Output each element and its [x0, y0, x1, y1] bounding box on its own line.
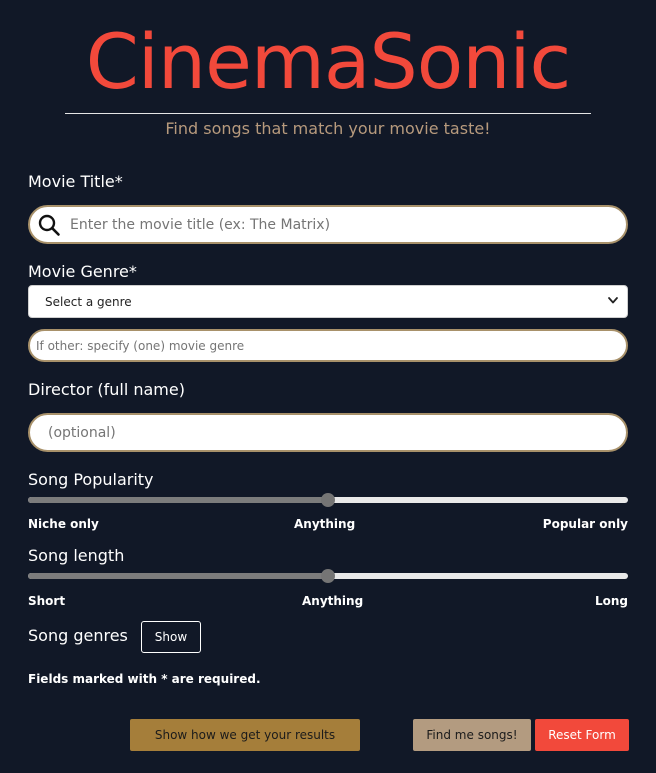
movie-genre-selected-value: Select a genre	[45, 294, 132, 309]
slider-fill	[28, 497, 328, 503]
song-length-label: Song length	[28, 546, 125, 565]
other-genre-field[interactable]	[28, 329, 628, 362]
tagline: Find songs that match your movie taste!	[165, 119, 491, 138]
popularity-min-label: Niche only	[28, 517, 99, 531]
popularity-max-label: Popular only	[542, 517, 628, 531]
song-popularity-label: Song Popularity	[28, 470, 154, 489]
popularity-mid-label: Anything	[294, 517, 356, 531]
song-popularity-slider[interactable]	[28, 493, 628, 507]
app-page: CinemaSonic Find songs that match your m…	[0, 0, 656, 773]
required-note: Fields marked with * are required.	[28, 672, 261, 686]
movie-genre-label: Movie Genre*	[28, 262, 137, 281]
app-title: CinemaSonic	[85, 17, 572, 106]
title-divider	[65, 113, 591, 114]
director-field[interactable]	[28, 413, 628, 452]
other-genre-input[interactable]	[30, 338, 626, 353]
movie-genre-select[interactable]: Select a genre	[28, 285, 628, 318]
reset-form-button[interactable]: Reset Form	[535, 719, 629, 751]
search-icon	[34, 210, 64, 240]
length-mid-label: Anything	[302, 594, 364, 608]
director-input[interactable]	[30, 424, 626, 441]
song-length-slider[interactable]	[28, 569, 628, 583]
movie-title-field[interactable]	[28, 205, 628, 244]
movie-title-input[interactable]	[64, 216, 626, 233]
director-label: Director (full name)	[28, 380, 185, 399]
song-genres-label: Song genres	[28, 626, 128, 645]
chevron-down-icon	[607, 294, 619, 309]
slider-fill	[28, 573, 328, 579]
slider-thumb[interactable]	[321, 569, 335, 583]
show-genres-button[interactable]: Show	[141, 621, 201, 653]
find-songs-button[interactable]: Find me songs!	[413, 719, 531, 751]
length-max-label: Long	[594, 594, 628, 608]
how-results-button[interactable]: Show how we get your results	[130, 719, 360, 751]
length-min-label: Short	[28, 594, 66, 608]
slider-thumb[interactable]	[321, 493, 335, 507]
movie-title-label: Movie Title*	[28, 172, 123, 191]
